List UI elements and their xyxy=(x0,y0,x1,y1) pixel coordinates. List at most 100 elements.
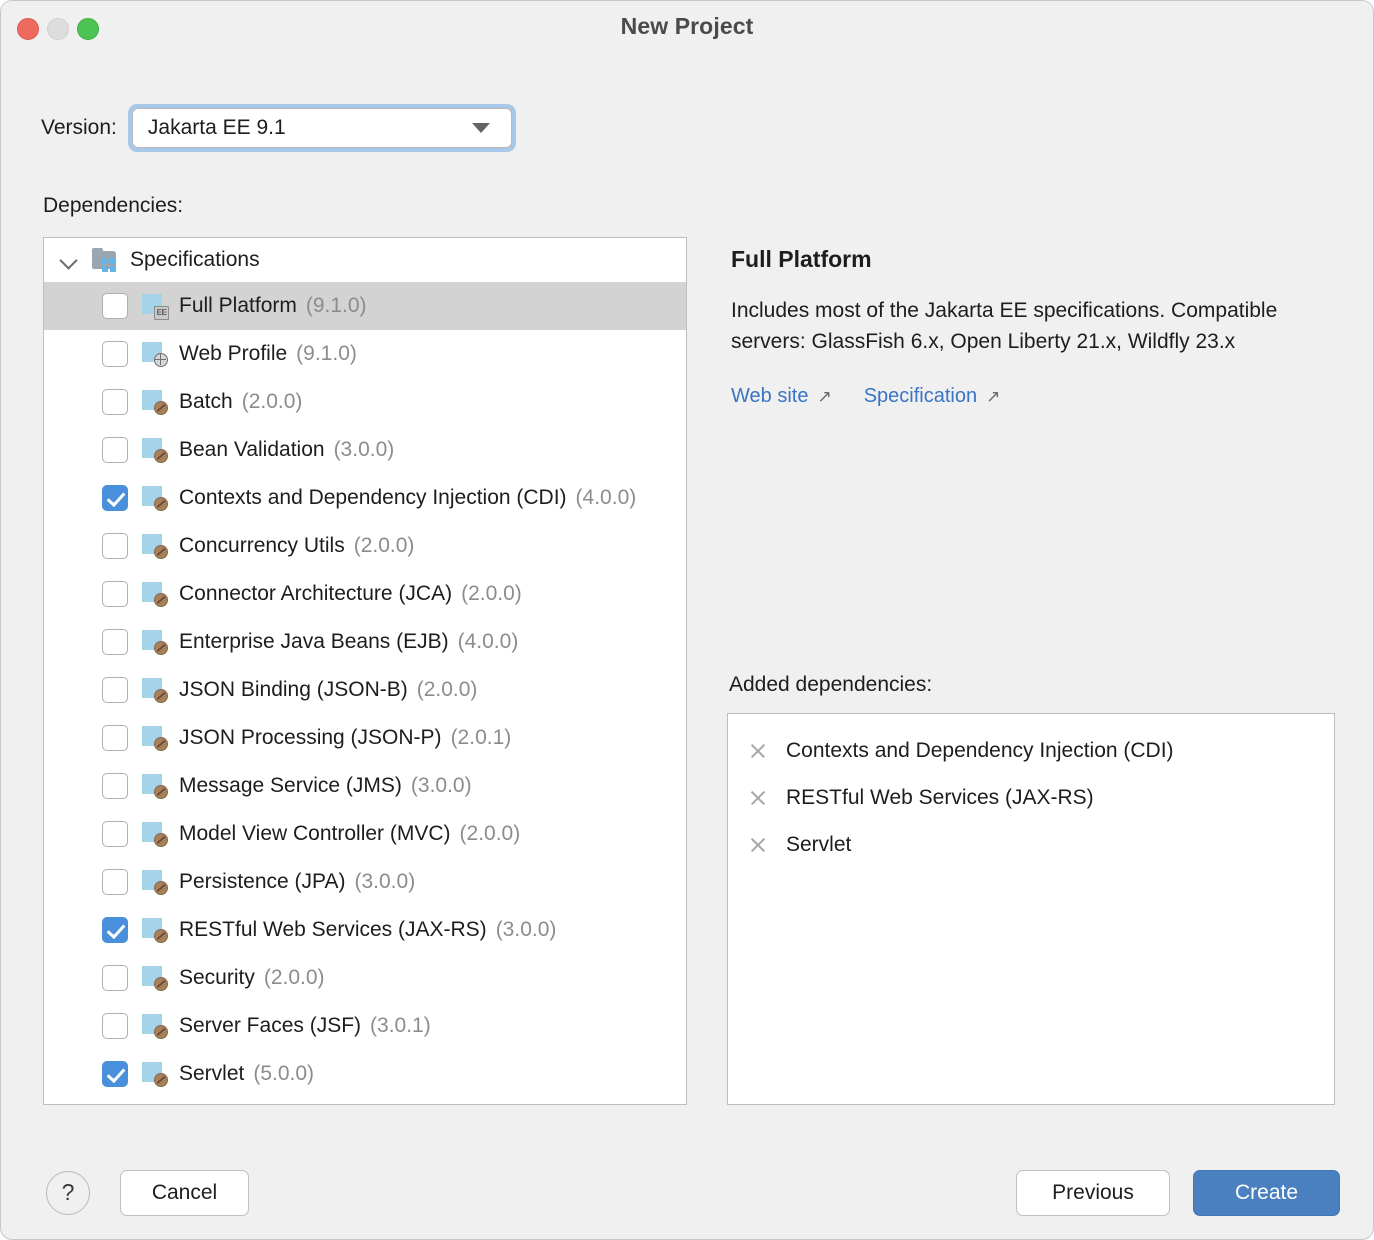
tree-row[interactable]: JSON Binding (JSON-B) (2.0.0) xyxy=(44,666,686,714)
tree-row[interactable]: Security (2.0.0) xyxy=(44,954,686,1002)
dependency-version: (4.0.0) xyxy=(457,630,519,653)
tree-group-specifications[interactable]: Specifications xyxy=(44,238,686,282)
dependency-name: Bean Validation xyxy=(179,438,325,461)
tree-row[interactable]: Servlet (5.0.0) xyxy=(44,1050,686,1098)
dependency-name: Connector Architecture (JCA) xyxy=(179,582,453,605)
tree-row[interactable]: Connector Architecture (JCA) (2.0.0) xyxy=(44,570,686,618)
dependency-checkbox[interactable] xyxy=(102,773,128,799)
version-row: Version: Jakarta EE 9.1 xyxy=(41,104,516,152)
version-combobox[interactable]: Jakarta EE 9.1 xyxy=(131,108,512,148)
tree-row[interactable]: Web Profile (9.1.0) xyxy=(44,330,686,378)
tree-row[interactable]: EE Full Platform (9.1.0) xyxy=(44,282,686,330)
dependency-checkbox[interactable] xyxy=(102,485,128,511)
dependency-name: Full Platform xyxy=(179,294,297,317)
tree-row[interactable]: Batch (2.0.0) xyxy=(44,378,686,426)
dependency-name: Batch xyxy=(179,390,233,413)
dependency-name: Server Faces (JSF) xyxy=(179,1014,362,1037)
dependency-checkbox[interactable] xyxy=(102,581,128,607)
spec-bean-icon xyxy=(142,1061,168,1087)
dependency-checkbox[interactable] xyxy=(102,965,128,991)
added-dependency-row: Contexts and Dependency Injection (CDI) xyxy=(728,727,1334,774)
dependency-name: Web Profile xyxy=(179,342,288,365)
dependency-name: Servlet xyxy=(179,1062,245,1085)
added-dependency-name: Servlet xyxy=(786,832,852,856)
tree-group-label: Specifications xyxy=(130,248,260,271)
help-button[interactable]: ? xyxy=(46,1171,90,1215)
spec-bean-icon xyxy=(142,725,168,751)
dependency-checkbox[interactable] xyxy=(102,437,128,463)
spec-bean-icon xyxy=(142,437,168,463)
dependency-version: (9.1.0) xyxy=(296,342,357,365)
spec-bean-icon xyxy=(142,773,168,799)
dependency-checkbox[interactable] xyxy=(102,533,128,559)
dependency-version: (2.0.0) xyxy=(461,582,522,605)
tree-row[interactable]: Bean Validation (3.0.0) xyxy=(44,426,686,474)
close-icon[interactable] xyxy=(746,833,770,857)
added-dependencies-panel[interactable]: Contexts and Dependency Injection (CDI) R… xyxy=(727,713,1335,1105)
tree-row[interactable]: Server Faces (JSF) (3.0.1) xyxy=(44,1002,686,1050)
close-icon[interactable] xyxy=(746,786,770,810)
dependency-version: (2.0.0) xyxy=(353,534,415,557)
dependencies-tree[interactable]: Specifications EE Full Platform (9.1.0) Web… xyxy=(43,237,687,1105)
detail-title: Full Platform xyxy=(731,246,872,272)
spec-bean-icon xyxy=(142,533,168,559)
window-title: New Project xyxy=(620,13,754,39)
added-dependency-row: Servlet xyxy=(728,821,1334,868)
dependency-checkbox[interactable] xyxy=(102,341,128,367)
spec-bean-icon xyxy=(142,917,168,943)
dependency-checkbox[interactable] xyxy=(102,629,128,655)
dependency-version: (4.0.0) xyxy=(575,486,637,509)
dependency-name: Enterprise Java Beans (EJB) xyxy=(179,630,449,653)
module-group-icon xyxy=(92,248,118,272)
web-profile-icon xyxy=(142,341,168,367)
dependency-version: (9.1.0) xyxy=(305,294,367,317)
chevron-down-icon xyxy=(471,123,490,133)
tree-row[interactable]: Model View Controller (MVC) (2.0.0) xyxy=(44,810,686,858)
dependency-name: Model View Controller (MVC) xyxy=(179,822,451,845)
close-icon[interactable] xyxy=(746,739,770,763)
spec-bean-icon xyxy=(142,485,168,511)
external-link-icon: ↗ xyxy=(986,387,1001,406)
tree-row[interactable]: Persistence (JPA) (3.0.0) xyxy=(44,858,686,906)
spec-bean-icon xyxy=(142,581,168,607)
dependency-checkbox[interactable] xyxy=(102,293,128,319)
detail-panel: Full Platform Includes most of the Jakar… xyxy=(731,246,1335,408)
tree-row[interactable]: Concurrency Utils (2.0.0) xyxy=(44,522,686,570)
added-dependencies-label: Added dependencies: xyxy=(729,673,933,696)
dependency-version: (3.0.0) xyxy=(354,870,416,893)
dependency-version: (3.0.1) xyxy=(370,1014,431,1037)
dependency-checkbox[interactable] xyxy=(102,869,128,895)
tree-row[interactable]: Message Service (JMS) (3.0.0) xyxy=(44,762,686,810)
previous-button[interactable]: Previous xyxy=(1016,1170,1170,1216)
specification-link[interactable]: Specification ↗ xyxy=(864,385,1001,408)
dependency-name: Concurrency Utils xyxy=(179,534,345,557)
dependency-version: (2.0.0) xyxy=(459,822,521,845)
spec-bean-icon xyxy=(142,629,168,655)
version-label: Version: xyxy=(41,116,117,139)
chevron-down-icon[interactable] xyxy=(58,249,80,271)
dependency-checkbox[interactable] xyxy=(102,677,128,703)
tree-row[interactable]: RESTful Web Services (JAX-RS) (3.0.0) xyxy=(44,906,686,954)
dependency-name: Security xyxy=(179,966,255,989)
external-link-icon: ↗ xyxy=(817,387,832,406)
specification-link-label: Specification xyxy=(863,385,978,407)
dependency-checkbox[interactable] xyxy=(102,821,128,847)
dependency-checkbox[interactable] xyxy=(102,725,128,751)
dependency-checkbox[interactable] xyxy=(102,1061,128,1087)
tree-row[interactable]: Enterprise Java Beans (EJB) (4.0.0) xyxy=(44,618,686,666)
dependency-version: (3.0.0) xyxy=(495,918,557,941)
added-dependency-name: Contexts and Dependency Injection (CDI) xyxy=(786,738,1174,762)
dependency-checkbox[interactable] xyxy=(102,389,128,415)
tree-row[interactable]: JSON Processing (JSON-P) (2.0.1) xyxy=(44,714,686,762)
web-site-link[interactable]: Web site ↗ xyxy=(731,385,832,408)
dependency-version: (2.0.1) xyxy=(450,726,512,749)
create-button[interactable]: Create xyxy=(1193,1170,1340,1216)
dependency-checkbox[interactable] xyxy=(102,917,128,943)
cancel-button[interactable]: Cancel xyxy=(120,1170,249,1216)
spec-bean-icon xyxy=(142,869,168,895)
dependency-version: (2.0.0) xyxy=(416,678,478,701)
added-dependency-row: RESTful Web Services (JAX-RS) xyxy=(728,774,1334,821)
dependency-checkbox[interactable] xyxy=(102,1013,128,1039)
dependency-name: Contexts and Dependency Injection (CDI) xyxy=(179,486,567,509)
tree-row[interactable]: Contexts and Dependency Injection (CDI) (… xyxy=(44,474,686,522)
